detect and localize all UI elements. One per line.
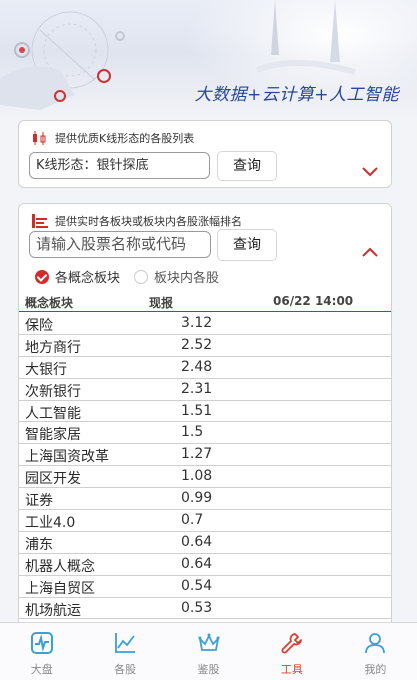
nav-label: 各股 <box>114 663 137 676</box>
sector-value: 1.27 <box>181 446 213 463</box>
sector-value: 2.48 <box>181 358 213 375</box>
sector-name: 机场航运 <box>25 602 81 619</box>
column-header-sector: 概念板块 <box>25 296 74 310</box>
sector-name: 人工智能 <box>25 405 81 422</box>
kline-card-description: 提供优质K线形态的各股列表 <box>55 132 195 145</box>
candlestick-icon <box>33 131 46 145</box>
sector-name: 上海自贸区 <box>25 580 95 597</box>
sector-value: 1.51 <box>181 402 213 419</box>
chevron-down-icon[interactable] <box>361 165 379 177</box>
table-row[interactable]: 次新银行 2.31 <box>19 379 391 401</box>
sector-ranking-card: 提供实时各板块或板块内各股涨幅排名 请输入股票名称或代码 查询 各概念板块 板块… <box>18 203 392 633</box>
table-row[interactable]: 机器人概念 0.64 <box>19 554 391 576</box>
nav-item-stocks[interactable]: 各股 <box>83 623 166 680</box>
header-banner: 大数据+云计算+人工智能 <box>0 0 417 118</box>
table-row[interactable]: 上海国资改革 1.27 <box>19 444 391 467</box>
radio-label: 板块内各股 <box>154 271 220 286</box>
ranking-card-description: 提供实时各板块或板块内各股涨幅排名 <box>55 215 242 228</box>
ranking-scope-options: 各概念板块 板块内各股 <box>35 267 233 286</box>
column-header-time: 06/22 14:00 <box>273 294 354 308</box>
nav-label: 鉴股 <box>197 663 220 676</box>
table-header: 概念板块 现报 06/22 14:00 <box>19 292 391 312</box>
market-icon <box>30 632 53 654</box>
nav-item-appraise[interactable]: 鉴股 <box>167 623 250 680</box>
sector-name: 浦东 <box>25 536 53 553</box>
sector-name: 地方商行 <box>25 339 81 356</box>
stock-search-input[interactable]: 请输入股票名称或代码 <box>29 231 211 258</box>
sector-value: 1.5 <box>181 424 204 441</box>
kline-pattern-card: 提供优质K线形态的各股列表 K线形态：银针探底 查询 <box>18 120 392 188</box>
kline-query-button[interactable]: 查询 <box>217 151 277 181</box>
sector-name: 园区开发 <box>25 471 81 488</box>
radio-concept-sectors[interactable]: 各概念板块 <box>35 267 120 286</box>
nav-item-tools[interactable]: 工具 <box>250 623 333 680</box>
nav-label: 工具 <box>280 663 303 676</box>
sector-value: 0.99 <box>181 490 213 507</box>
sector-value: 0.53 <box>181 599 213 616</box>
table-row[interactable]: 浦东 0.64 <box>19 532 391 554</box>
sector-name: 上海国资改革 <box>25 449 109 466</box>
radio-unchecked-icon <box>134 269 149 284</box>
sector-value: 3.12 <box>181 315 213 331</box>
crown-icon <box>198 633 220 651</box>
sector-name: 次新银行 <box>25 383 81 400</box>
sector-value: 1.08 <box>181 468 213 485</box>
table-row[interactable]: 保险 3.12 <box>19 313 391 335</box>
nav-label: 大盘 <box>30 663 53 676</box>
sector-value: 0.54 <box>181 577 213 594</box>
sector-name: 机器人概念 <box>25 558 95 575</box>
bottom-nav: 大盘 各股 鉴股 工具 我的 <box>0 622 417 680</box>
ranking-card-header: 提供实时各板块或板块内各股涨幅排名 <box>31 213 242 229</box>
sector-value: 0.64 <box>181 555 213 572</box>
robot-head-graphic <box>0 11 125 110</box>
table-row[interactable]: 机场航运 0.53 <box>19 598 391 620</box>
table-row[interactable]: 园区开发 1.08 <box>19 466 391 489</box>
sector-value: 0.7 <box>181 512 204 529</box>
table-row[interactable]: 大银行 2.48 <box>19 357 391 379</box>
kline-card-header: 提供优质K线形态的各股列表 <box>31 130 194 146</box>
radio-checked-icon <box>35 269 49 284</box>
sector-name: 大银行 <box>25 361 67 378</box>
sector-value: 2.31 <box>181 380 213 397</box>
radio-stocks-in-sector[interactable]: 板块内各股 <box>134 267 219 286</box>
stocks-icon <box>115 633 136 653</box>
chevron-up-icon[interactable] <box>361 246 379 258</box>
column-header-price: 现报 <box>149 296 174 310</box>
radio-label: 各概念板块 <box>55 271 121 286</box>
ranking-table-body: 保险 3.12 地方商行 2.52 大银行 2.48 次新银行 2.31 人工智能 1.51 智能家… <box>19 313 391 620</box>
sector-name: 证券 <box>25 493 53 510</box>
bar-chart-icon <box>32 214 48 228</box>
kline-pattern-field[interactable]: K线形态：银针探底 <box>29 152 210 179</box>
sector-value: 2.52 <box>181 336 213 353</box>
nav-item-profile[interactable]: 我的 <box>334 623 417 680</box>
wrench-icon <box>281 633 302 654</box>
table-row[interactable]: 地方商行 2.52 <box>19 335 391 357</box>
user-icon <box>365 633 386 654</box>
sector-name: 智能家居 <box>25 427 81 444</box>
table-row[interactable]: 人工智能 1.51 <box>19 401 391 423</box>
table-row[interactable]: 证券 0.99 <box>19 488 391 511</box>
nav-label: 我的 <box>364 663 387 676</box>
nav-item-market[interactable]: 大盘 <box>0 623 83 680</box>
table-row[interactable]: 上海自贸区 0.54 <box>19 576 391 598</box>
rocket-graphic <box>255 0 356 75</box>
table-row[interactable]: 工业4.0 0.7 <box>19 510 391 532</box>
table-row[interactable]: 智能家居 1.5 <box>19 422 391 445</box>
sector-name: 工业4.0 <box>25 515 76 532</box>
banner-slogan: 大数据+云计算+人工智能 <box>194 85 399 105</box>
sector-name: 保险 <box>25 318 53 334</box>
ranking-query-button[interactable]: 查询 <box>217 229 277 261</box>
sector-value: 0.64 <box>181 533 213 550</box>
